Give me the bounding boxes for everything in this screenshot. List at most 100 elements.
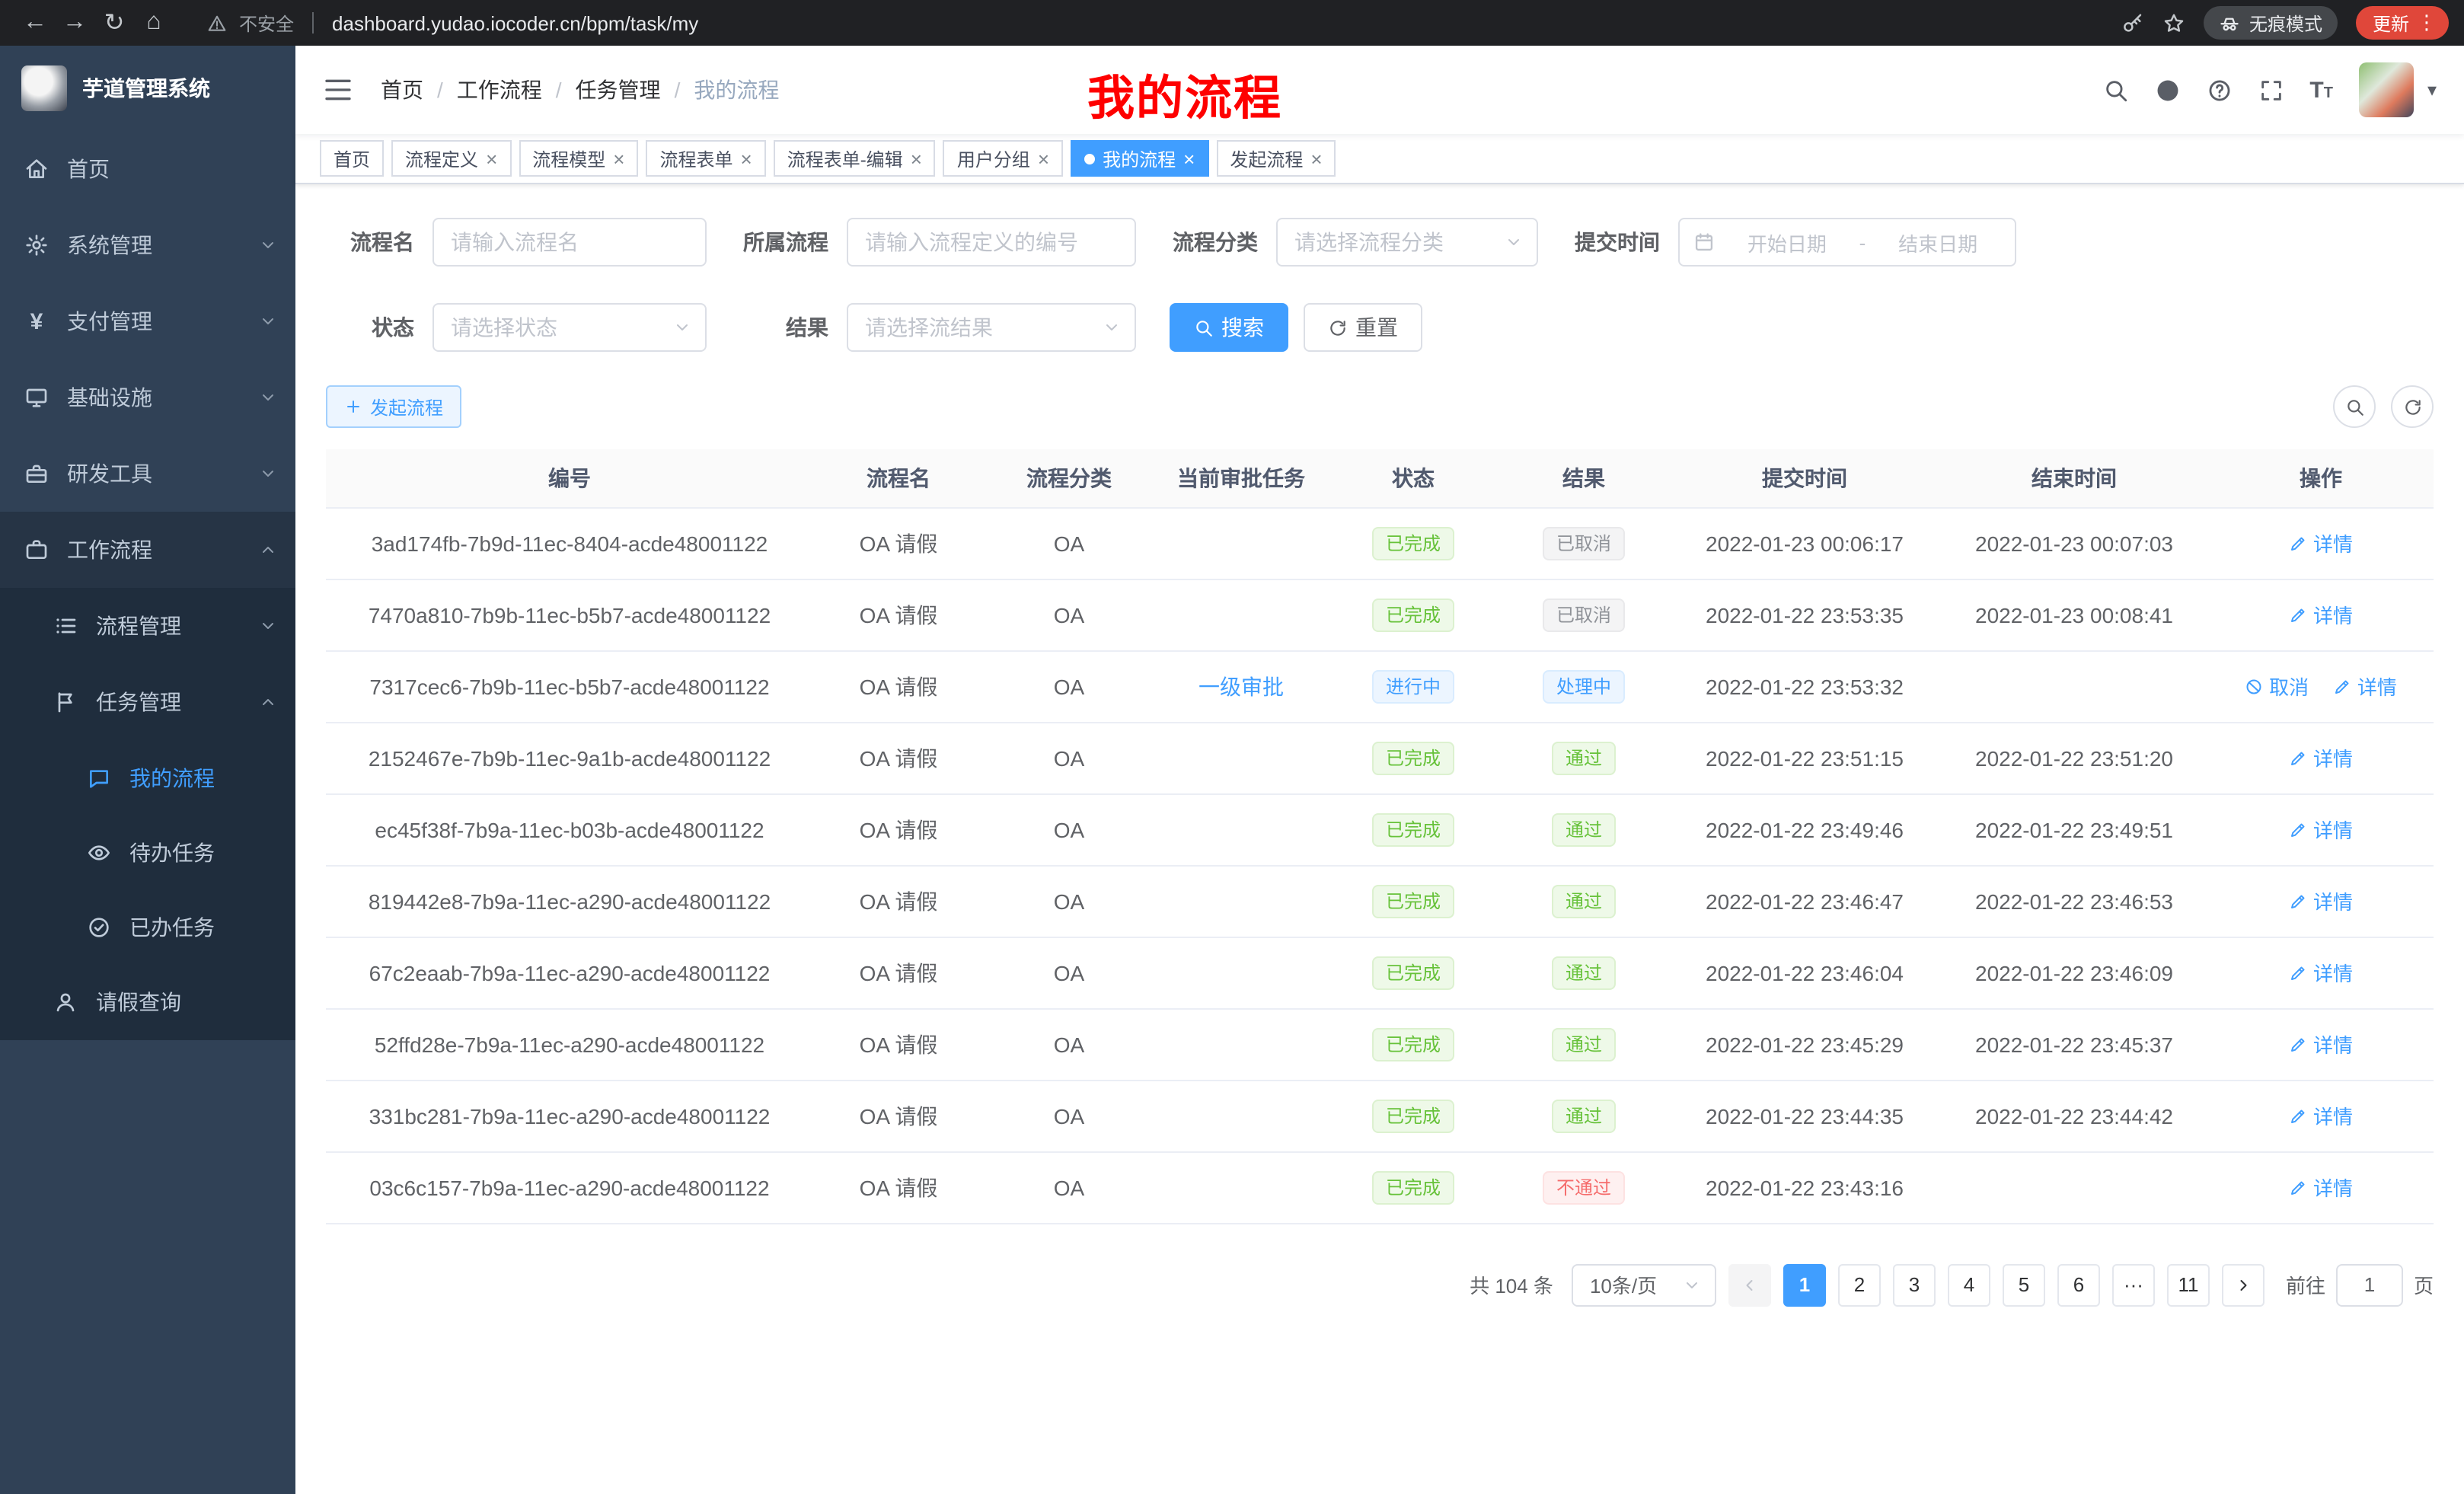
tab-user-group[interactable]: 用户分组 × [943, 140, 1063, 177]
close-icon[interactable]: × [1310, 148, 1322, 168]
page-button-2[interactable]: 2 [1838, 1263, 1881, 1306]
close-icon[interactable]: × [741, 148, 752, 168]
close-icon[interactable]: × [486, 148, 497, 168]
github-icon[interactable] [2154, 77, 2180, 103]
page-button-4[interactable]: 4 [1948, 1263, 1990, 1306]
table-row: 2152467e-7b9b-11ec-9a1b-acde48001122 OA … [326, 722, 2434, 793]
submit-time-range-picker[interactable]: 开始日期 - 结束日期 [1678, 218, 2016, 267]
result-select[interactable]: 请选择流结果 [847, 303, 1136, 352]
tab-process-model[interactable]: 流程模型 × [519, 140, 638, 177]
tab-home[interactable]: 首页 [320, 140, 384, 177]
detail-link[interactable]: 详情 [2289, 958, 2353, 987]
tab-my-process[interactable]: 我的流程 × [1071, 140, 1208, 177]
browser-forward-button[interactable]: → [55, 3, 94, 43]
sidebar-item-home[interactable]: 首页 [0, 131, 295, 207]
star-bookmark-icon[interactable] [2162, 11, 2185, 34]
breadcrumb-separator: / [437, 78, 443, 102]
tab-start-process[interactable]: 发起流程 × [1216, 140, 1336, 177]
submit-time: 2022-01-22 23:49:46 [1669, 793, 1940, 865]
detail-link[interactable]: 详情 [2289, 1030, 2353, 1058]
sidebar-item-workflow[interactable]: 工作流程 [0, 512, 295, 588]
page-size-select[interactable]: 10条/页 [1572, 1263, 1716, 1306]
sidebar-item-task-mgmt[interactable]: 任务管理 [0, 664, 295, 740]
process-name: OA 请假 [813, 793, 984, 865]
sidebar-item-dev-tools[interactable]: 研发工具 [0, 436, 295, 512]
sidebar-item-infrastructure[interactable]: 基础设施 [0, 359, 295, 436]
result-tag: 已取消 [1543, 526, 1625, 560]
search-icon[interactable] [2102, 77, 2128, 103]
check-circle-icon [85, 913, 113, 940]
sidebar-item-process-mgmt[interactable]: 流程管理 [0, 588, 295, 664]
sidebar-item-payment-mgmt[interactable]: ¥ 支付管理 [0, 283, 295, 359]
breadcrumb-item-home[interactable]: 首页 [381, 75, 423, 105]
sidebar-item-label: 已办任务 [129, 911, 215, 942]
browser-home-button[interactable]: ⌂ [134, 3, 174, 43]
browser-reload-button[interactable]: ↻ [94, 3, 134, 43]
address-bar[interactable]: 不安全 dashboard.yudao.iocoder.cn/bpm/task/… [207, 10, 698, 36]
cancel-link[interactable]: 取消 [2245, 672, 2309, 701]
detail-link[interactable]: 详情 [2289, 743, 2353, 772]
process-table: 编号 流程名 流程分类 当前审批任务 状态 结果 提交时间 结束时间 操作 [326, 449, 2434, 1224]
tab-process-form[interactable]: 流程表单 × [646, 140, 765, 177]
kebab-menu-icon[interactable]: ⋮ [2417, 11, 2437, 35]
page-button-5[interactable]: 5 [2003, 1263, 2045, 1306]
browser-back-button[interactable]: ← [15, 3, 55, 43]
detail-link[interactable]: 详情 [2289, 1101, 2353, 1130]
sidebar-item-my-process[interactable]: 我的流程 [0, 740, 295, 815]
reset-button[interactable]: 重置 [1304, 303, 1422, 352]
sidebar-item-todo-tasks[interactable]: 待办任务 [0, 815, 295, 889]
detail-link[interactable]: 详情 [2289, 528, 2353, 557]
start-process-button[interactable]: 发起流程 [326, 385, 461, 428]
page-button-3[interactable]: 3 [1893, 1263, 1936, 1306]
detail-link[interactable]: 详情 [2289, 600, 2353, 629]
pagination-total: 共 104 条 [1470, 1270, 1553, 1299]
search-button[interactable]: 搜索 [1170, 303, 1288, 352]
prev-page-button[interactable] [1728, 1263, 1771, 1306]
sidebar-collapse-button[interactable] [323, 75, 353, 105]
breadcrumb-item-task-mgmt[interactable]: 任务管理 [576, 75, 661, 105]
detail-link[interactable]: 详情 [2289, 886, 2353, 915]
process-name-input[interactable] [432, 218, 707, 267]
process-category-select[interactable]: 请选择流程分类 [1276, 218, 1538, 267]
detail-label: 详情 [2313, 886, 2353, 915]
process-definition-input[interactable] [847, 218, 1136, 267]
active-tab-dot [1084, 153, 1095, 164]
screen: ← → ↻ ⌂ 不安全 dashboard.yudao.iocoder.cn/b… [0, 0, 2464, 1494]
close-icon[interactable]: × [613, 148, 624, 168]
avatar[interactable] [2359, 62, 2414, 117]
current-task-link[interactable]: 一级审批 [1198, 674, 1284, 698]
refresh-table-button[interactable] [2391, 385, 2434, 428]
page-button-1[interactable]: 1 [1783, 1263, 1826, 1306]
top-navbar: 首页 / 工作流程 / 任务管理 / 我的流程 TT [295, 46, 2464, 134]
app-logo[interactable]: 芋道管理系统 [0, 46, 295, 131]
close-icon[interactable]: × [1183, 148, 1195, 168]
page-jump-input[interactable] [2336, 1263, 2403, 1306]
browser-update-button[interactable]: 更新 ⋮ [2356, 6, 2449, 40]
tab-label: 我的流程 [1103, 145, 1176, 171]
breadcrumb-item-workflow[interactable]: 工作流程 [457, 75, 542, 105]
font-size-icon[interactable]: TT [2309, 78, 2333, 101]
close-icon[interactable]: × [911, 148, 922, 168]
url-text[interactable]: dashboard.yudao.iocoder.cn/bpm/task/my [332, 11, 698, 34]
page-more-button[interactable]: ··· [2112, 1263, 2155, 1306]
key-icon[interactable] [2121, 11, 2144, 34]
sidebar-item-label: 工作流程 [67, 535, 152, 565]
sidebar-item-done-tasks[interactable]: 已办任务 [0, 889, 295, 964]
tab-process-form-edit[interactable]: 流程表单-编辑 × [774, 140, 936, 177]
tab-process-definition[interactable]: 流程定义 × [391, 140, 511, 177]
sidebar-item-leave-query[interactable]: 请假查询 [0, 964, 295, 1040]
detail-link[interactable]: 详情 [2289, 1173, 2353, 1202]
help-icon[interactable] [2206, 77, 2232, 103]
status-select[interactable]: 请选择状态 [432, 303, 707, 352]
detail-link[interactable]: 详情 [2333, 672, 2397, 701]
close-icon[interactable]: × [1038, 148, 1049, 168]
page-button-11[interactable]: 11 [2167, 1263, 2210, 1306]
fullscreen-icon[interactable] [2258, 77, 2284, 103]
page-button-6[interactable]: 6 [2057, 1263, 2100, 1306]
next-page-button[interactable] [2222, 1263, 2265, 1306]
sidebar-item-system-mgmt[interactable]: 系统管理 [0, 207, 295, 283]
home-icon [23, 155, 50, 183]
search-toggle-button[interactable] [2333, 385, 2376, 428]
avatar-caret-icon[interactable]: ▾ [2427, 79, 2437, 101]
detail-link[interactable]: 详情 [2289, 815, 2353, 844]
